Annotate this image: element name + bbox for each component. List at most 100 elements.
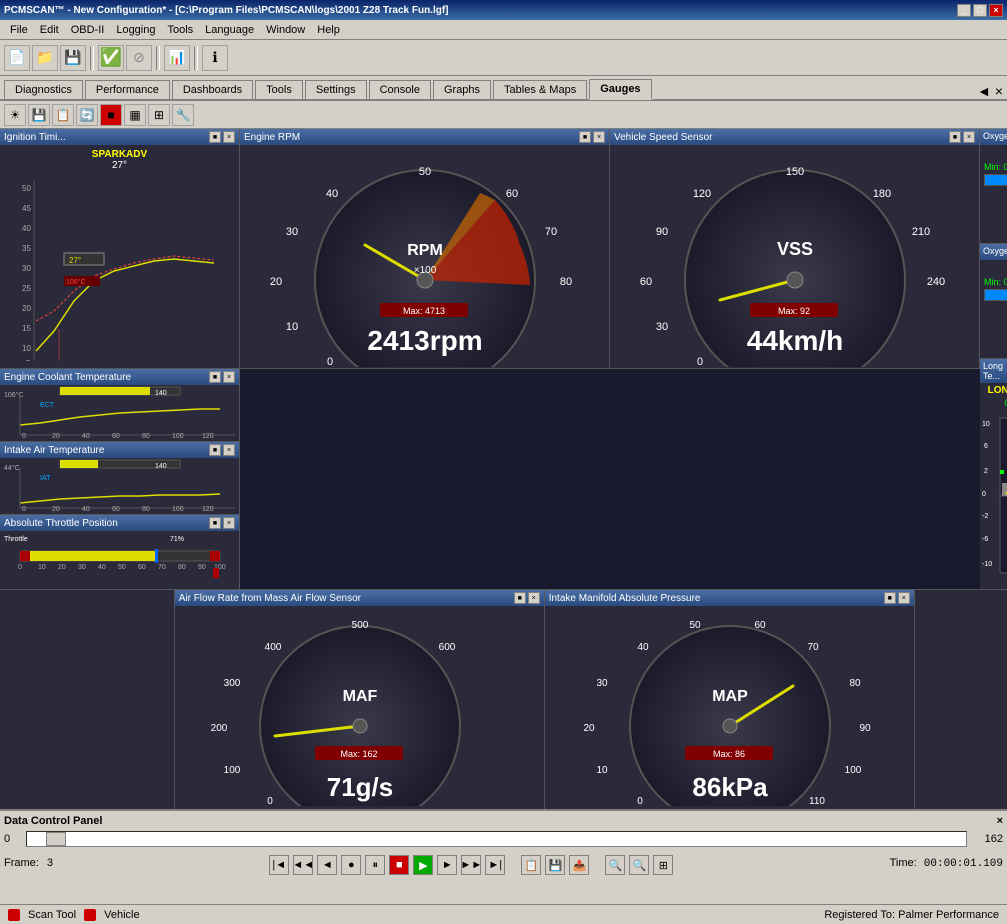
svg-text:100: 100: [844, 765, 861, 776]
step-back-button[interactable]: ◄: [317, 855, 337, 875]
svg-text:RPM: RPM: [407, 242, 443, 259]
tp-panel-title: Absolute Throttle Position ■ ×: [0, 515, 239, 531]
registered-to: Registered To: Palmer Performance: [824, 909, 999, 921]
maf-min-button[interactable]: ■: [514, 592, 526, 604]
tab-scroll-left[interactable]: ◄: [977, 83, 991, 99]
minimize-button[interactable]: _: [957, 4, 971, 17]
tb2-btn6[interactable]: ▦: [124, 104, 146, 126]
vss-min-button[interactable]: ■: [949, 131, 961, 143]
dashboard-button[interactable]: 📊: [164, 45, 190, 71]
zoom-out-button[interactable]: 🔍: [629, 855, 649, 875]
menu-language[interactable]: Language: [199, 22, 260, 38]
save-button[interactable]: 💾: [60, 45, 86, 71]
tab-performance[interactable]: Performance: [85, 80, 170, 99]
svg-text:50: 50: [419, 166, 431, 178]
tp-close-button[interactable]: ×: [223, 517, 235, 529]
tb2-btn8[interactable]: 🔧: [172, 104, 194, 126]
tb2-btn5[interactable]: ■: [100, 104, 122, 126]
step-fwd-button[interactable]: ►: [437, 855, 457, 875]
tb2-btn3[interactable]: 📋: [52, 104, 74, 126]
connect-button[interactable]: ✅: [98, 45, 124, 71]
tab-gauges[interactable]: Gauges: [589, 79, 651, 100]
menu-edit[interactable]: Edit: [34, 22, 65, 38]
svg-text:0: 0: [697, 356, 703, 367]
svg-text:40: 40: [82, 506, 90, 513]
ect-chart: 106°C 0 20 40 60 80 100 120 ECT 140: [0, 385, 240, 440]
tb2-btn1[interactable]: ☀: [4, 104, 26, 126]
svg-text:0: 0: [982, 491, 986, 498]
svg-text:0: 0: [267, 796, 273, 806]
o2s11-unit: V: [980, 190, 1007, 203]
tab-tables-maps[interactable]: Tables & Maps: [493, 80, 587, 99]
svg-text:150: 150: [786, 166, 804, 178]
tb2-btn4[interactable]: 🔄: [76, 104, 98, 126]
tab-dashboards[interactable]: Dashboards: [172, 80, 253, 99]
tab-console[interactable]: Console: [369, 80, 431, 99]
maf-close-button[interactable]: ×: [528, 592, 540, 604]
ign-min-button[interactable]: ■: [209, 131, 221, 143]
skip-start-button[interactable]: |◄: [269, 855, 289, 875]
tab-tools[interactable]: Tools: [255, 80, 303, 99]
data-panel-close-button[interactable]: ×: [997, 815, 1003, 827]
export-button[interactable]: 📤: [569, 855, 589, 875]
vss-close-button[interactable]: ×: [963, 131, 975, 143]
play-button[interactable]: ▶: [413, 855, 433, 875]
close-button[interactable]: ×: [989, 4, 1003, 17]
iat-close-button[interactable]: ×: [223, 444, 235, 456]
svg-text:2: 2: [984, 468, 988, 475]
map-min-button[interactable]: ■: [884, 592, 896, 604]
ign-panel-title: Ignition Timi... ■ ×: [0, 129, 239, 145]
menu-help[interactable]: Help: [311, 22, 346, 38]
ign-close-button[interactable]: ×: [223, 131, 235, 143]
playback-controls: |◄ ◄◄ ◄ ● ⏸ ■ ▶ ► ►► ►| 📋 💾 📤 🔍 🔍 ⊞: [269, 855, 673, 875]
iat-min-button[interactable]: ■: [209, 444, 221, 456]
ect-panel-title: Engine Coolant Temperature ■ ×: [0, 369, 239, 385]
window-title: PCMSCAN™ - New Configuration* - [C:\Prog…: [4, 5, 449, 16]
pause-button[interactable]: ⏸: [365, 855, 385, 875]
o2s11-min: Min: 0: [984, 162, 1007, 172]
right-spacer: [915, 590, 1007, 809]
title-bar: PCMSCAN™ - New Configuration* - [C:\Prog…: [0, 0, 1007, 20]
data-scrollbar-track[interactable]: [26, 831, 967, 847]
skip-end-button[interactable]: ►|: [485, 855, 505, 875]
tab-diagnostics[interactable]: Diagnostics: [4, 80, 83, 99]
menu-file[interactable]: File: [4, 22, 34, 38]
menu-window[interactable]: Window: [260, 22, 311, 38]
svg-text:10: 10: [38, 564, 46, 571]
map-close-button[interactable]: ×: [898, 592, 910, 604]
svg-text:30: 30: [596, 678, 608, 689]
tp-min-button[interactable]: ■: [209, 517, 221, 529]
svg-text:210: 210: [912, 226, 930, 238]
svg-text:20: 20: [22, 304, 31, 313]
data-scrollbar-thumb[interactable]: [46, 832, 66, 846]
left-spacer: [0, 590, 175, 809]
tab-settings[interactable]: Settings: [305, 80, 367, 99]
tab-nav-right: ◄ ×: [977, 83, 1003, 99]
svg-text:2413rpm: 2413rpm: [367, 325, 482, 356]
tb2-btn7[interactable]: ⊞: [148, 104, 170, 126]
next-frame-button[interactable]: ►►: [461, 855, 481, 875]
stop-button[interactable]: ■: [389, 855, 409, 875]
rpm-min-button[interactable]: ■: [579, 131, 591, 143]
menu-tools[interactable]: Tools: [161, 22, 199, 38]
maximize-button[interactable]: □: [973, 4, 987, 17]
save-data-button[interactable]: 💾: [545, 855, 565, 875]
rpm-close-button[interactable]: ×: [593, 131, 605, 143]
help-toolbar-button[interactable]: ℹ: [202, 45, 228, 71]
ect-close-button[interactable]: ×: [223, 371, 235, 383]
copy-button[interactable]: 📋: [521, 855, 541, 875]
new-button[interactable]: 📄: [4, 45, 30, 71]
fit-button[interactable]: ⊞: [653, 855, 673, 875]
ect-min-button[interactable]: ■: [209, 371, 221, 383]
zoom-in-button[interactable]: 🔍: [605, 855, 625, 875]
menu-logging[interactable]: Logging: [110, 22, 161, 38]
tb2-btn2[interactable]: 💾: [28, 104, 50, 126]
record-button[interactable]: ●: [341, 855, 361, 875]
disconnect-button[interactable]: ⊘: [126, 45, 152, 71]
prev-frame-button[interactable]: ◄◄: [293, 855, 313, 875]
tab-close[interactable]: ×: [995, 83, 1003, 99]
tab-graphs[interactable]: Graphs: [433, 80, 491, 99]
open-button[interactable]: 📁: [32, 45, 58, 71]
svg-text:80: 80: [849, 678, 861, 689]
menu-obd2[interactable]: OBD-II: [65, 22, 111, 38]
